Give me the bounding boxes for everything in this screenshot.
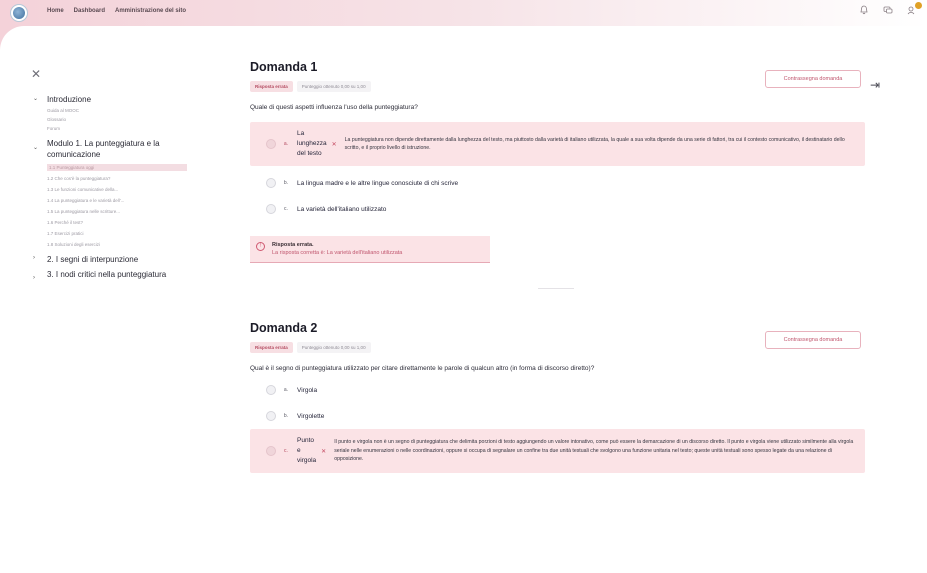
feedback-title: Risposta errata. (272, 242, 314, 248)
incorrect-icon: ✕ (331, 141, 337, 148)
quiz-review: Domanda 1 Contrassegna domanda Risposta er… (250, 60, 865, 473)
answer-radio[interactable] (266, 446, 276, 456)
bell-icon[interactable] (857, 5, 871, 19)
page-corner (0, 26, 24, 50)
toc-item[interactable]: 1.2 Che cos'è la punteggiatura? (47, 175, 187, 182)
toc-section[interactable]: ⌄ Modulo 1. La punteggiatura e la comunic… (33, 138, 198, 160)
toc-section-label: 3. I nodi critici nella punteggiatura (47, 270, 167, 279)
flag-question-button[interactable]: Contrassegna domanda (765, 331, 861, 349)
toc-item[interactable]: Forum (47, 125, 187, 132)
answer-text: Virgolette (297, 412, 325, 420)
toc-section-label: 2. I segni di interpunzione (47, 255, 139, 264)
answer-option[interactable]: c. La varietà dell'italiano utilizzato (250, 204, 865, 214)
answer-option[interactable]: a. Virgola (250, 385, 865, 395)
error-icon: ! (256, 242, 265, 251)
answer-option[interactable]: c. Punto e virgola ✕ Il punto e virgola non… (250, 429, 865, 473)
chat-icon[interactable] (881, 5, 895, 19)
question-text: Quale di questi aspetti influenza l'uso … (250, 104, 418, 111)
status-badge: Risposta errata (250, 342, 293, 353)
toc-item[interactable]: 1.7 Esercizi pratici (47, 230, 187, 237)
answer-letter: c. (284, 206, 288, 212)
notification-badge (915, 2, 922, 9)
nav-dashboard[interactable]: Dashboard (74, 8, 105, 14)
close-drawer-button[interactable]: ✕ (28, 66, 44, 82)
site-logo[interactable] (10, 4, 28, 22)
answer-feedback: Il punto e virgola non è un segno di pun… (334, 439, 854, 463)
course-index-drawer: ✕ ⌄ Introduzione Guida al MOOC Glossario For… (0, 50, 200, 573)
question-block: Domanda 2 Contrassegna domanda Risposta er… (250, 321, 865, 473)
toc-item[interactable]: 1.6 Perché il test? (47, 219, 187, 226)
toc-section[interactable]: › 2. I segni di interpunzione (33, 254, 198, 265)
toc-item[interactable]: 1.3 Le funzioni comunicative della... (47, 186, 187, 193)
answer-radio[interactable] (266, 385, 276, 395)
answer-letter: b. (283, 413, 289, 419)
answer-text: La varietà dell'italiano utilizzato (297, 205, 387, 213)
feedback-correct-answer: La risposta corretta è: La varietà dell'… (272, 250, 403, 256)
answer-option[interactable]: b. Virgolette (250, 411, 865, 421)
question-divider (538, 288, 574, 289)
answer-option[interactable]: a. La lunghezza del testo ✕ La punteggiatur… (250, 122, 865, 166)
answer-text: La lunghezza del testo (297, 130, 327, 157)
chevron-right-icon[interactable]: › (33, 255, 41, 261)
primary-nav: Home Dashboard Amministrazione del sito (47, 8, 186, 14)
status-badge: Risposta errata (250, 81, 293, 92)
toc-item[interactable]: 1.4 La punteggiatura e le varietà dell'.… (47, 197, 187, 204)
collapse-drawer-icon[interactable]: ⇥ (870, 78, 880, 92)
score-badge: Punteggio ottenuto 0,00 su 1,00 (296, 342, 371, 353)
correct-answer-feedback: ! Risposta errata. La risposta corretta è:… (250, 236, 490, 263)
answer-letter: a. (283, 387, 289, 393)
answer-letter: b. (283, 180, 289, 186)
answer-letter: c. (284, 448, 288, 454)
flag-question-button[interactable]: Contrassegna domanda (765, 70, 861, 88)
chat-icon-svg (883, 6, 893, 14)
chevron-down-icon[interactable]: ⌄ (33, 95, 41, 102)
chevron-down-icon[interactable]: ⌄ (33, 144, 41, 151)
toc-item[interactable]: 1.1 Punteggiatura oggi (47, 164, 187, 171)
answer-text: Virgola (297, 386, 318, 394)
top-navbar: Home Dashboard Amministrazione del sito (0, 0, 927, 26)
user-menu-icon[interactable] (905, 2, 922, 19)
answer-radio[interactable] (266, 139, 276, 149)
toc-section[interactable]: ⌄ Introduzione (33, 94, 198, 105)
toc-item[interactable]: Glossario (47, 116, 187, 123)
toc-section-label: Introduzione (47, 95, 92, 104)
toc-item[interactable]: 1.5 La punteggiatura nelle scritture... (47, 208, 187, 215)
course-index: ⌄ Introduzione Guida al MOOC Glossario Forum… (33, 94, 198, 281)
answer-radio[interactable] (266, 178, 276, 188)
incorrect-icon: ✕ (321, 448, 327, 455)
toc-section[interactable]: › 3. I nodi critici nella punteggiatura (33, 269, 198, 281)
question-block: Domanda 1 Contrassegna domanda Risposta er… (250, 60, 865, 289)
nav-site-admin[interactable]: Amministrazione del sito (115, 8, 186, 14)
question-text: Qual è il segno di punteggiatura utilizz… (250, 365, 595, 372)
toc-section-label: Modulo 1. La punteggiatura e la comunica… (47, 139, 160, 159)
answer-radio[interactable] (266, 204, 276, 214)
logo-icon (13, 7, 25, 19)
answer-text: Punto e virgola (297, 437, 317, 464)
nav-home[interactable]: Home (47, 8, 64, 14)
score-badge: Punteggio ottenuto 0,00 su 1,00 (296, 81, 371, 92)
answer-letter: a. (283, 141, 289, 147)
answer-radio[interactable] (266, 411, 276, 421)
answer-text: La lingua madre e le altre lingue conosc… (297, 179, 459, 187)
toc-item[interactable]: Guida al MOOC (47, 107, 187, 114)
top-icons (857, 2, 922, 19)
answer-feedback: La punteggiatura non dipende direttament… (344, 136, 845, 152)
toc-item[interactable]: 1.8 Soluzioni degli esercizi (47, 241, 187, 248)
answer-option[interactable]: b. La lingua madre e le altre lingue cono… (250, 178, 865, 188)
chevron-right-icon[interactable]: › (33, 275, 41, 281)
bell-icon-svg (860, 5, 868, 15)
